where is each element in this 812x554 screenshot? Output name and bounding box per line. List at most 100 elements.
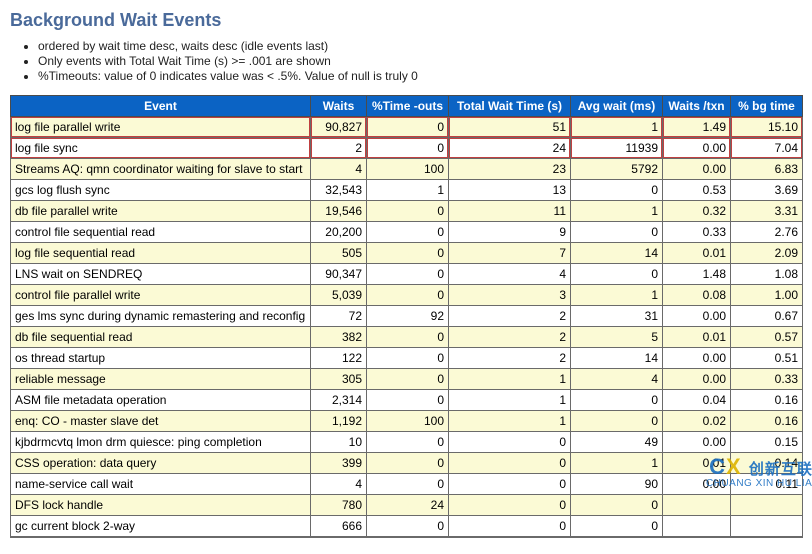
cell-avg: 14 [571,348,663,369]
table-row: control file sequential read20,2000900.3… [11,222,803,243]
cell-avg: 0 [571,516,663,538]
cell-waits: 10 [311,432,367,453]
cell-total: 24 [449,138,571,159]
cell-event: gcs log flush sync [11,180,311,201]
cell-bg [731,516,803,538]
cell-timeouts: 1 [367,180,449,201]
cell-wtxn: 0.33 [663,222,731,243]
cell-event: reliable message [11,369,311,390]
cell-wtxn: 1.48 [663,264,731,285]
cell-timeouts: 0 [367,432,449,453]
cell-total: 0 [449,474,571,495]
cell-waits: 780 [311,495,367,516]
cell-timeouts: 0 [367,348,449,369]
cell-bg: 2.09 [731,243,803,264]
cell-timeouts: 0 [367,453,449,474]
cell-avg: 1 [571,453,663,474]
cell-waits: 382 [311,327,367,348]
col-waits: Waits [311,96,367,117]
cell-total: 0 [449,495,571,516]
cell-waits: 2 [311,138,367,159]
table-row: ASM file metadata operation2,3140100.040… [11,390,803,411]
cell-avg: 0 [571,411,663,432]
col-event: Event [11,96,311,117]
cell-timeouts: 0 [367,243,449,264]
cell-total: 1 [449,369,571,390]
cell-event: log file sequential read [11,243,311,264]
cell-timeouts: 92 [367,306,449,327]
cell-avg: 5 [571,327,663,348]
cell-bg: 0.33 [731,369,803,390]
cell-timeouts: 0 [367,474,449,495]
note-item: ordered by wait time desc, waits desc (i… [38,39,812,53]
cell-bg: 0.11 [731,474,803,495]
cell-event: LNS wait on SENDREQ [11,264,311,285]
cell-total: 51 [449,117,571,138]
table-row: Streams AQ: qmn coordinator waiting for … [11,159,803,180]
cell-waits: 90,347 [311,264,367,285]
cell-total: 2 [449,327,571,348]
cell-avg: 1 [571,285,663,306]
cell-wtxn: 0.01 [663,453,731,474]
cell-event: ges lms sync during dynamic remastering … [11,306,311,327]
cell-timeouts: 0 [367,222,449,243]
cell-timeouts: 0 [367,117,449,138]
cell-total: 9 [449,222,571,243]
cell-bg: 7.04 [731,138,803,159]
cell-event: control file sequential read [11,222,311,243]
cell-event: db file sequential read [11,327,311,348]
table-row: ges lms sync during dynamic remastering … [11,306,803,327]
cell-wtxn: 0.00 [663,138,731,159]
cell-avg: 4 [571,369,663,390]
cell-total: 11 [449,201,571,222]
table-row: gcs log flush sync32,54311300.533.69 [11,180,803,201]
cell-waits: 2,314 [311,390,367,411]
table-row: DFS lock handle7802400 [11,495,803,516]
cell-timeouts: 100 [367,159,449,180]
cell-timeouts: 0 [367,369,449,390]
cell-wtxn: 0.00 [663,474,731,495]
cell-waits: 90,827 [311,117,367,138]
cell-timeouts: 0 [367,138,449,159]
cell-waits: 399 [311,453,367,474]
cell-waits: 4 [311,159,367,180]
col-total: Total Wait Time (s) [449,96,571,117]
cell-wtxn: 0.00 [663,369,731,390]
cell-bg: 1.00 [731,285,803,306]
table-row: db file sequential read3820250.010.57 [11,327,803,348]
cell-wtxn [663,495,731,516]
cell-wtxn: 0.02 [663,411,731,432]
cell-wtxn: 0.53 [663,180,731,201]
notes-list: ordered by wait time desc, waits desc (i… [10,39,812,83]
table-row: log file sync2024119390.007.04 [11,138,803,159]
table-body: log file parallel write90,82705111.4915.… [11,117,803,538]
cell-total: 13 [449,180,571,201]
cell-total: 2 [449,306,571,327]
cell-event: Streams AQ: qmn coordinator waiting for … [11,159,311,180]
table-row: enq: CO - master slave det1,192100100.02… [11,411,803,432]
cell-total: 0 [449,453,571,474]
cell-avg: 0 [571,180,663,201]
cell-timeouts: 0 [367,285,449,306]
cell-avg: 14 [571,243,663,264]
cell-avg: 11939 [571,138,663,159]
cell-wtxn: 0.00 [663,306,731,327]
cell-wtxn [663,516,731,538]
cell-event: CSS operation: data query [11,453,311,474]
cell-total: 0 [449,516,571,538]
cell-wtxn: 0.32 [663,201,731,222]
cell-bg: 0.15 [731,432,803,453]
cell-event: control file parallel write [11,285,311,306]
cell-total: 7 [449,243,571,264]
cell-event: name-service call wait [11,474,311,495]
cell-event: log file parallel write [11,117,311,138]
cell-event: kjbdrmcvtq lmon drm quiesce: ping comple… [11,432,311,453]
cell-total: 0 [449,432,571,453]
cell-waits: 505 [311,243,367,264]
note-item: Only events with Total Wait Time (s) >= … [38,54,812,68]
cell-avg: 0 [571,390,663,411]
cell-waits: 5,039 [311,285,367,306]
cell-timeouts: 0 [367,264,449,285]
cell-bg: 3.69 [731,180,803,201]
cell-bg [731,495,803,516]
